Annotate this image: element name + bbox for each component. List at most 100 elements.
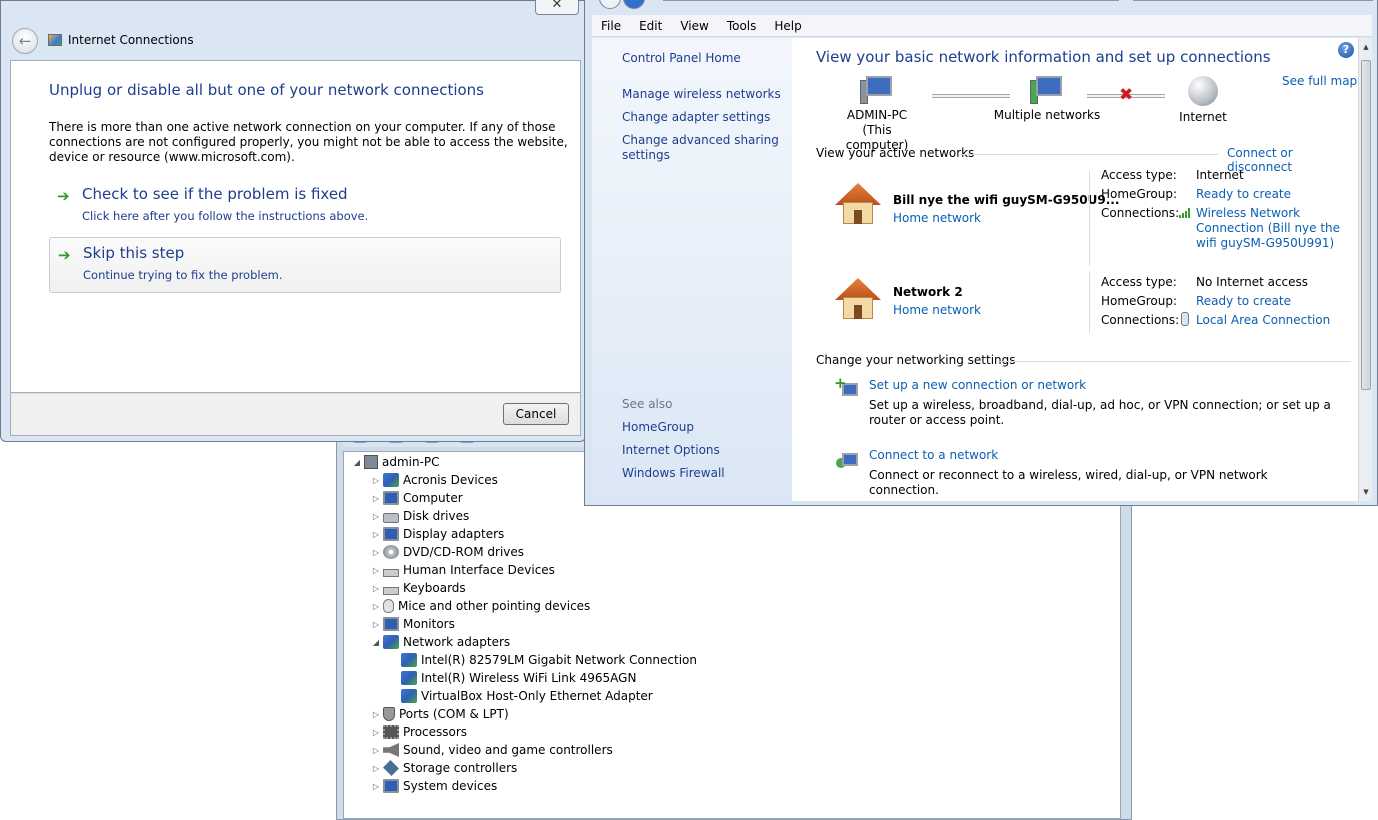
scroll-thumb[interactable] (1361, 60, 1371, 390)
tree-item-acronis[interactable]: ▷ Acronis Devices (371, 471, 498, 489)
menu-tools[interactable]: Tools (718, 19, 766, 33)
setup-connection-link[interactable]: Set up a new connection or network (869, 378, 1086, 392)
computer-name: ADMIN-PC (846, 108, 908, 122)
tree-item-display-adapters[interactable]: ▷ Display adapters (371, 525, 504, 543)
tree-item-mice[interactable]: ▷ Mice and other pointing devices (371, 597, 590, 615)
menu-help[interactable]: Help (765, 19, 810, 33)
tree-item-dvd[interactable]: ▷ DVD/CD-ROM drives (371, 543, 524, 561)
tree-item-hid[interactable]: ▷ Human Interface Devices (371, 561, 555, 579)
homegroup-link[interactable]: Ready to create (1196, 187, 1291, 202)
expand-arrow-icon[interactable]: ▷ (371, 710, 381, 719)
close-button[interactable]: ✕ (535, 0, 579, 15)
check-fixed-command-link[interactable]: ➔ Check to see if the problem is fixed C… (49, 179, 561, 235)
connect-network-icon (836, 450, 860, 472)
expand-arrow-icon[interactable]: ▷ (371, 602, 381, 611)
vertical-scrollbar[interactable]: ▲ ▼ (1358, 38, 1372, 501)
expand-arrow-icon[interactable]: ▷ (371, 566, 381, 575)
tree-item-adapter-wifi[interactable]: Intel(R) Wireless WiFi Link 4965AGN (399, 669, 636, 687)
map-networks[interactable]: Multiple networks (992, 76, 1102, 123)
back-button[interactable]: ← (12, 28, 38, 54)
tree-item-storage[interactable]: ▷ Storage controllers (371, 759, 517, 777)
tree-item-keyboards[interactable]: ▷ Keyboards (371, 579, 466, 597)
processor-icon (383, 725, 399, 739)
tree-item-label: Computer (403, 491, 463, 505)
collapse-arrow-icon[interactable]: ◢ (371, 638, 381, 647)
expand-arrow-icon[interactable]: ▷ (371, 728, 381, 737)
tree-item-adapter-gigabit[interactable]: Intel(R) 82579LM Gigabit Network Connect… (399, 651, 697, 669)
back-arrow-icon: ← (18, 32, 32, 50)
network-type-link[interactable]: Home network (893, 303, 981, 317)
network-name: Bill nye the wifi guySM-G950U9... (893, 193, 1120, 207)
access-type-value: Internet (1196, 168, 1244, 182)
scroll-down-icon[interactable]: ▼ (1359, 485, 1373, 499)
windows-firewall-link[interactable]: Windows Firewall (622, 466, 782, 481)
menu-view[interactable]: View (671, 19, 717, 33)
expand-arrow-icon[interactable]: ▷ (371, 476, 381, 485)
forward-nav-button[interactable] (623, 0, 645, 9)
homegroup-label: HomeGroup: (1101, 294, 1178, 308)
expand-arrow-icon[interactable]: ▷ (371, 764, 381, 773)
change-sharing-link[interactable]: Change advanced sharing settings (622, 133, 782, 163)
access-type-value: No Internet access (1196, 275, 1309, 289)
keyboard-icon (383, 587, 399, 595)
manage-wireless-link[interactable]: Manage wireless networks (622, 87, 782, 102)
homegroup-link[interactable]: HomeGroup (622, 420, 782, 435)
network-sharing-center-window: File Edit View Tools Help Control Panel … (584, 0, 1378, 506)
scroll-up-icon[interactable]: ▲ (1359, 40, 1373, 54)
tree-item-disk-drives[interactable]: ▷ Disk drives (371, 507, 469, 525)
device-tree: ◢ admin-PC ▷ Acronis Devices ▷ Computer … (343, 451, 1121, 819)
address-bar[interactable] (663, 0, 1119, 1)
control-panel-home-link[interactable]: Control Panel Home (622, 51, 782, 66)
change-adapter-link[interactable]: Change adapter settings (622, 110, 782, 125)
tree-item-adapter-virtualbox[interactable]: VirtualBox Host-Only Ethernet Adapter (399, 687, 653, 705)
expand-arrow-icon[interactable]: ▷ (371, 548, 381, 557)
search-box[interactable] (1133, 0, 1373, 1)
tree-item-computer[interactable]: ▷ Computer (371, 489, 463, 507)
tree-item-monitors[interactable]: ▷ Monitors (371, 615, 455, 633)
see-full-map-link[interactable]: See full map (1282, 74, 1357, 88)
tree-item-ports[interactable]: ▷ Ports (COM & LPT) (371, 705, 509, 723)
internet-options-link[interactable]: Internet Options (622, 443, 782, 458)
expand-arrow-icon[interactable]: ▷ (371, 530, 381, 539)
back-nav-button[interactable] (599, 0, 621, 9)
tree-root-label: admin-PC (382, 455, 440, 469)
help-icon[interactable]: ? (1338, 42, 1354, 58)
tree-item-label: System devices (403, 779, 498, 793)
local-area-connection-link[interactable]: Local Area Connection (1196, 313, 1330, 328)
collapse-arrow-icon[interactable]: ◢ (352, 458, 362, 467)
system-device-icon (383, 779, 399, 793)
menu-file[interactable]: File (592, 19, 630, 33)
expand-arrow-icon[interactable]: ▷ (371, 782, 381, 791)
display-adapter-icon (383, 527, 399, 541)
wireless-connection-link[interactable]: Wireless Network Connection (Bill nye th… (1196, 206, 1356, 251)
expand-arrow-icon[interactable]: ▷ (371, 584, 381, 593)
skip-step-command-link[interactable]: ➔ Skip this step Continue trying to fix … (49, 237, 561, 293)
tree-item-processors[interactable]: ▷ Processors (371, 723, 467, 741)
homegroup-link[interactable]: Ready to create (1196, 294, 1291, 309)
expand-arrow-icon[interactable]: ▷ (371, 620, 381, 629)
connect-network-desc: Connect or reconnect to a wireless, wire… (869, 468, 1268, 497)
tree-root[interactable]: ◢ admin-PC (352, 453, 440, 471)
connect-network-link[interactable]: Connect to a network (869, 448, 998, 462)
tree-item-system-devices[interactable]: ▷ System devices (371, 777, 497, 795)
map-computer[interactable]: ADMIN-PC (This computer) (832, 76, 922, 153)
tree-item-label: DVD/CD-ROM drives (403, 545, 525, 559)
tree-item-sound[interactable]: ▷ Sound, video and game controllers (371, 741, 613, 759)
map-internet[interactable]: Internet (1168, 76, 1238, 125)
active-networks-heading: View your active networks (816, 146, 975, 160)
disk-drive-icon (383, 513, 399, 523)
expand-arrow-icon[interactable]: ▷ (371, 494, 381, 503)
network-adapter-icon (401, 671, 417, 685)
expand-arrow-icon[interactable]: ▷ (371, 746, 381, 755)
menu-edit[interactable]: Edit (630, 19, 671, 33)
dvd-drive-icon (383, 545, 399, 559)
network-type-link[interactable]: Home network (893, 211, 981, 225)
wifi-signal-icon (1179, 208, 1191, 218)
tree-item-label: Disk drives (403, 509, 470, 523)
tree-item-label: Ports (COM & LPT) (399, 707, 509, 721)
expand-arrow-icon[interactable]: ▷ (371, 512, 381, 521)
tree-item-network-adapters[interactable]: ◢ Network adapters (371, 633, 510, 651)
section-divider (997, 361, 1351, 362)
connect-disconnect-link[interactable]: Connect or disconnect (1227, 146, 1358, 174)
cancel-button[interactable]: Cancel (503, 403, 569, 425)
